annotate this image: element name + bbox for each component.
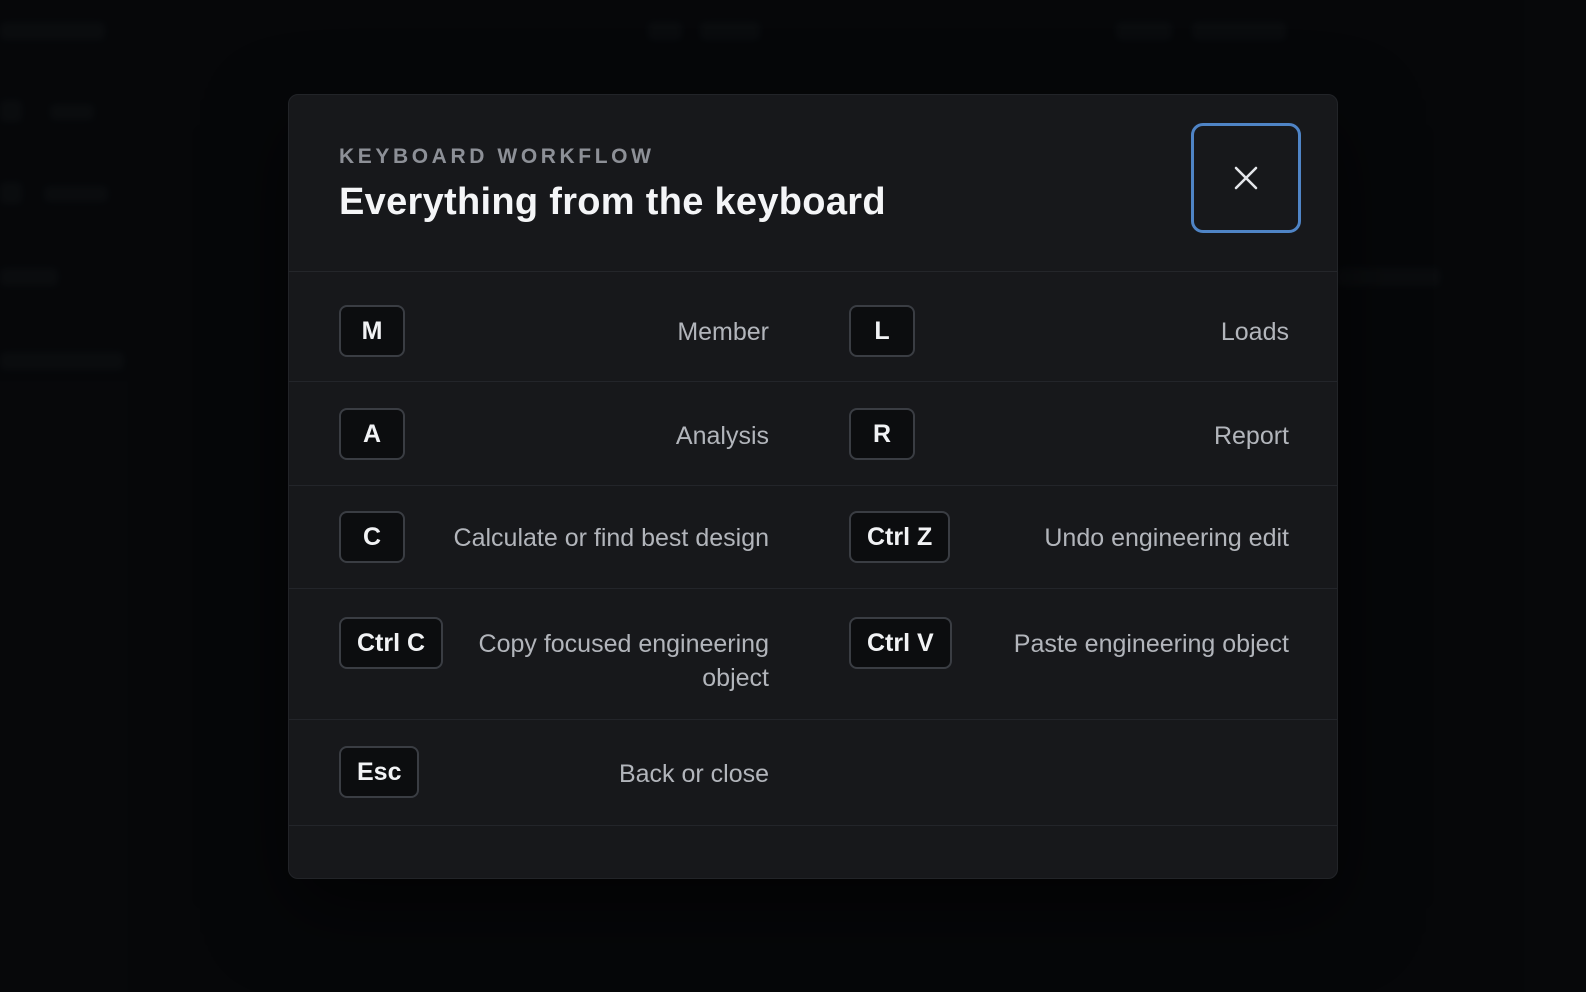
- shortcut-label: Analysis: [675, 422, 769, 450]
- keyboard-shortcuts-dialog: KEYBOARD WORKFLOW Everything from the ke…: [288, 94, 1338, 879]
- shortcut-undo: Ctrl Z Undo engineering edit: [849, 486, 1289, 588]
- shortcut-calculate: C Calculate or find best design: [339, 486, 769, 588]
- shortcut-label: Report: [1213, 422, 1289, 450]
- dialog-title: Everything from the keyboard: [339, 181, 886, 223]
- shortcut-row: C Calculate or find best design Ctrl Z U…: [289, 486, 1337, 589]
- key-badge: Ctrl Z: [849, 511, 951, 563]
- key-badge: Ctrl C: [339, 617, 444, 669]
- close-button[interactable]: [1191, 123, 1301, 233]
- shortcut-row: Esc Back or close: [289, 720, 1337, 826]
- shortcut-label: Paste engineering object: [1013, 630, 1289, 658]
- shortcut-loads: L Loads: [849, 272, 1289, 381]
- shortcut-row: Ctrl C Copy focused engineering object C…: [289, 589, 1337, 720]
- shortcut-list: M Member L Loads A Analysis R Report C C…: [289, 272, 1337, 826]
- close-icon: [1234, 166, 1258, 190]
- key-badge: Ctrl V: [849, 617, 952, 669]
- shortcut-escape: Esc Back or close: [339, 720, 769, 825]
- key-badge: M: [339, 305, 405, 357]
- shortcut-label: Copy focused engineering object: [478, 630, 769, 692]
- shortcut-member: M Member: [339, 272, 769, 381]
- shortcut-paste: Ctrl V Paste engineering object: [849, 589, 1289, 719]
- shortcut-analysis: A Analysis: [339, 382, 769, 485]
- key-badge: R: [849, 408, 915, 460]
- key-badge: Esc: [339, 746, 420, 798]
- shortcut-label: Back or close: [618, 760, 769, 788]
- shortcut-copy: Ctrl C Copy focused engineering object: [339, 589, 769, 719]
- dialog-eyebrow: KEYBOARD WORKFLOW: [339, 145, 655, 168]
- shortcut-label: Loads: [1220, 318, 1289, 346]
- shortcut-report: R Report: [849, 382, 1289, 485]
- key-badge: C: [339, 511, 405, 563]
- key-badge: A: [339, 408, 405, 460]
- shortcut-row: A Analysis R Report: [289, 382, 1337, 486]
- dialog-header: KEYBOARD WORKFLOW Everything from the ke…: [289, 95, 1337, 272]
- key-badge: L: [849, 305, 915, 357]
- shortcut-label: Undo engineering edit: [1044, 524, 1289, 552]
- shortcut-label: Member: [677, 318, 769, 346]
- shortcut-row: M Member L Loads: [289, 272, 1337, 382]
- shortcut-label: Calculate or find best design: [453, 524, 769, 552]
